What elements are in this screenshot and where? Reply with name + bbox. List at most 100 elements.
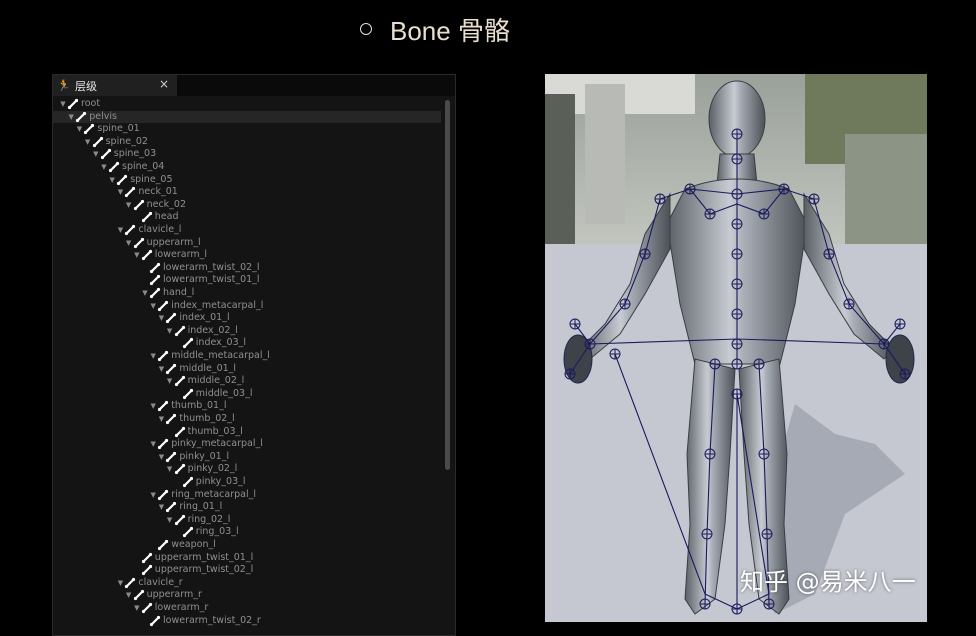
tree-row[interactable]: middle_03_l xyxy=(53,388,441,401)
tree-row[interactable]: ▼ index_metacarpal_l xyxy=(53,300,441,313)
tree-row[interactable]: ▼pinky_01_l xyxy=(53,451,441,464)
tree-row[interactable]: thumb_03_l xyxy=(53,426,441,439)
tree-row[interactable]: lowerarm_twist_02_r xyxy=(53,615,441,628)
expand-arrow-icon[interactable]: ▼ xyxy=(157,363,165,376)
tree-row[interactable]: head xyxy=(53,211,441,224)
expand-arrow-icon[interactable]: ▼ xyxy=(116,224,124,237)
expand-arrow-icon[interactable]: ▼ xyxy=(149,489,157,502)
tree-row[interactable]: ▼upperarm_r xyxy=(53,589,441,602)
expand-arrow-icon[interactable]: ▼ xyxy=(92,148,100,161)
expand-arrow-icon[interactable]: ▼ xyxy=(125,199,133,212)
expand-arrow-icon[interactable]: ▼ xyxy=(149,350,157,363)
bone-icon xyxy=(157,489,169,501)
bone-icon xyxy=(83,123,95,135)
expand-arrow-icon[interactable]: ▼ xyxy=(157,312,165,325)
expand-arrow-icon[interactable]: ▼ xyxy=(100,161,108,174)
tree-row[interactable]: ▼ clavicle_l xyxy=(53,224,441,237)
tree-row[interactable]: lowerarm_twist_02_l xyxy=(53,262,441,275)
tree-row[interactable]: pinky_03_l xyxy=(53,476,441,489)
tree-row[interactable]: ▼ pelvis xyxy=(53,111,441,124)
expand-arrow-icon[interactable]: ▼ xyxy=(133,249,141,262)
bone-icon xyxy=(165,501,177,513)
expand-arrow-icon[interactable]: ▼ xyxy=(116,186,124,199)
running-man-icon: 🏃 xyxy=(57,79,71,92)
expand-arrow-icon[interactable]: ▼ xyxy=(149,438,157,451)
bone-icon xyxy=(149,615,161,627)
tree-row-label: middle_03_l xyxy=(196,388,253,401)
expand-arrow-icon[interactable]: ▼ xyxy=(166,514,174,527)
tree-row[interactable]: ▼ middle_metacarpal_l xyxy=(53,350,441,363)
tree-row[interactable]: index_03_l xyxy=(53,337,441,350)
tree-row[interactable]: lowerarm_twist_01_l xyxy=(53,274,441,287)
bone-icon xyxy=(174,463,186,475)
tree-row[interactable]: ▼middle_02_l xyxy=(53,375,441,388)
expand-arrow-icon[interactable]: ▼ xyxy=(133,602,141,615)
expand-arrow-icon[interactable]: ▼ xyxy=(166,325,174,338)
tree-row-label: index_metacarpal_l xyxy=(171,300,263,313)
bone-icon xyxy=(157,350,169,362)
bone-icon xyxy=(149,287,161,299)
expand-arrow-icon[interactable]: ▼ xyxy=(166,375,174,388)
expand-arrow-icon[interactable]: ▼ xyxy=(157,501,165,514)
tree-row[interactable]: upperarm_twist_02_l xyxy=(53,564,441,577)
expand-arrow-icon[interactable]: ▼ xyxy=(67,111,75,124)
tree-row[interactable]: ▼spine_02 xyxy=(53,136,441,149)
expand-arrow-icon[interactable]: ▼ xyxy=(157,451,165,464)
tree-row[interactable]: ▼spine_01 xyxy=(53,123,441,136)
tree-row[interactable]: ▼ring_metacarpal_l xyxy=(53,489,441,502)
tree-row-label: thumb_01_l xyxy=(171,400,226,413)
tree-row[interactable]: upperarm_twist_01_l xyxy=(53,552,441,565)
bone-icon xyxy=(141,602,153,614)
tree-row[interactable]: ▼ spine_04 xyxy=(53,161,441,174)
expand-arrow-icon[interactable]: ▼ xyxy=(125,237,133,250)
tree-row[interactable]: ▼hand_l xyxy=(53,287,441,300)
tree-row[interactable]: ▼root xyxy=(53,98,441,111)
tree-row[interactable]: ▼ring_02_l xyxy=(53,514,441,527)
expand-arrow-icon[interactable]: ▼ xyxy=(166,463,174,476)
tree-row[interactable]: ▼middle_01_l xyxy=(53,363,441,376)
tree-row[interactable]: ▼pinky_02_l xyxy=(53,463,441,476)
expand-arrow-icon[interactable]: ▼ xyxy=(157,413,165,426)
tree-row-label: lowerarm_twist_02_l xyxy=(163,262,260,275)
expand-arrow-icon[interactable]: ▼ xyxy=(141,287,149,300)
tree-row-label: weapon_l xyxy=(171,539,216,552)
tree-row[interactable]: ▼ spine_05 xyxy=(53,174,441,187)
tree-row-label: clavicle_l xyxy=(138,224,181,237)
expand-arrow-icon[interactable]: ▼ xyxy=(84,136,92,149)
tree-row[interactable]: ▼index_02_l xyxy=(53,325,441,338)
tree-row[interactable]: ▼index_01_l xyxy=(53,312,441,325)
tree-row[interactable]: ▼pinky_metacarpal_l xyxy=(53,438,441,451)
tree-row[interactable]: ▼upperarm_l xyxy=(53,237,441,250)
tree-row-label: pelvis xyxy=(89,111,117,124)
expand-arrow-icon[interactable]: ▼ xyxy=(75,123,83,136)
tree-row-label: neck_02 xyxy=(147,199,186,212)
tree-row-label: middle_metacarpal_l xyxy=(171,350,270,363)
expand-arrow-icon[interactable]: ▼ xyxy=(125,589,133,602)
tree-row[interactable]: ▼ thumb_01_l xyxy=(53,400,441,413)
tab-hierarchy[interactable]: 🏃 层级 × xyxy=(53,75,177,96)
expand-arrow-icon[interactable]: ▼ xyxy=(108,174,116,187)
watermark: 知乎 @易米八一 xyxy=(740,562,916,597)
tree-row[interactable]: ▼spine_03 xyxy=(53,148,441,161)
scrollbar[interactable] xyxy=(445,100,450,470)
tree-row[interactable]: weapon_l xyxy=(53,539,441,552)
tree-row[interactable]: ▼clavicle_r xyxy=(53,577,441,590)
tree-row[interactable]: ▼thumb_02_l xyxy=(53,413,441,426)
tree-row[interactable]: ring_03_l xyxy=(53,526,441,539)
expand-arrow-icon[interactable]: ▼ xyxy=(149,400,157,413)
tree-row-label: spine_05 xyxy=(130,174,172,187)
tree-row[interactable]: ▼lowerarm_l xyxy=(53,249,441,262)
tree-row[interactable]: ▼ring_01_l xyxy=(53,501,441,514)
tree-row[interactable]: ▼neck_01 xyxy=(53,186,441,199)
expand-arrow-icon[interactable]: ▼ xyxy=(149,300,157,313)
bone-icon xyxy=(141,564,153,576)
tree-row-label: index_03_l xyxy=(196,337,246,350)
close-icon[interactable]: × xyxy=(159,77,169,91)
tree-row[interactable]: ▼ neck_02 xyxy=(53,199,441,212)
tree-row-label: spine_04 xyxy=(122,161,164,174)
expand-arrow-icon[interactable]: ▼ xyxy=(59,98,67,111)
tree-row[interactable]: ▼lowerarm_r xyxy=(53,602,441,615)
viewport-3d[interactable] xyxy=(545,74,927,622)
expand-arrow-icon[interactable]: ▼ xyxy=(116,577,124,590)
bone-tree[interactable]: ▼root▼pelvis▼spine_01▼spine_02▼spine_03▼… xyxy=(53,96,455,635)
